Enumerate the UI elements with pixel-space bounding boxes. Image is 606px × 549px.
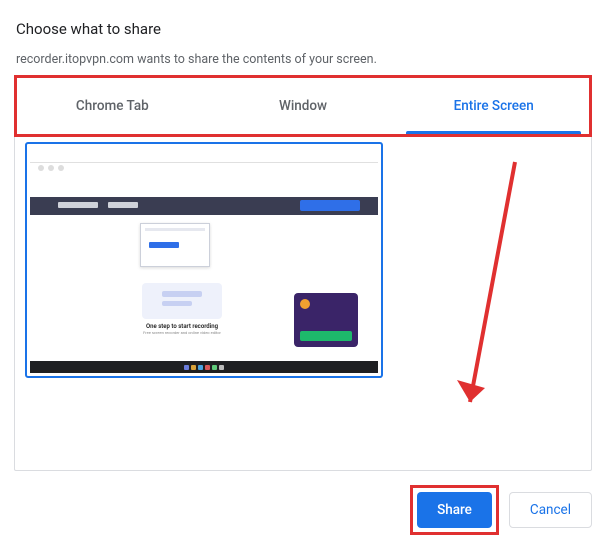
screen-thumbnail-selected[interactable]: One step to start recording Free screen … [25, 142, 383, 378]
preview-nav-band [30, 197, 378, 215]
tab-window[interactable]: Window [208, 78, 399, 134]
preview-hero-title: One step to start recording [122, 323, 242, 330]
annotation-arrow-icon [455, 152, 535, 432]
cancel-button[interactable]: Cancel [509, 492, 592, 528]
preview-taskbar [30, 361, 378, 373]
source-picker-panel: One step to start recording Free screen … [14, 131, 592, 471]
annotation-tabbar-highlight: Chrome Tab Window Entire Screen [14, 75, 592, 137]
preview-hero-sub: Free screen recorder and online video ed… [122, 330, 242, 335]
dialog-subtitle: recorder.itopvpn.com wants to share the … [16, 52, 592, 67]
share-button[interactable]: Share [417, 492, 492, 528]
preview-promo-card [294, 293, 358, 347]
dialog-title: Choose what to share [16, 20, 592, 38]
tab-entire-screen[interactable]: Entire Screen [398, 78, 589, 134]
annotation-share-highlight: Share [410, 485, 499, 535]
preview-hero: One step to start recording Free screen … [122, 283, 242, 335]
screen-preview: One step to start recording Free screen … [30, 147, 378, 373]
dialog-footer: Share Cancel [14, 485, 592, 535]
tab-chrome-tab[interactable]: Chrome Tab [17, 78, 208, 134]
share-tabs: Chrome Tab Window Entire Screen [17, 78, 589, 134]
preview-mini-window [140, 223, 210, 267]
